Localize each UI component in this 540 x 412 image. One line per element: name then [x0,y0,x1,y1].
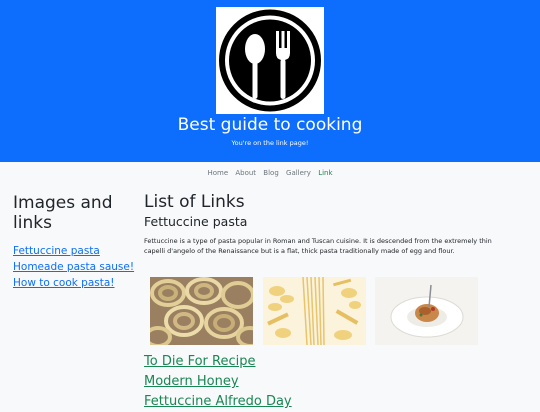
link-modern-honey[interactable]: Modern Honey [144,372,292,392]
top-nav: Home About Blog Gallery Link [0,169,540,177]
site-header: Best guide to cooking You're on the link… [0,0,540,162]
nav-item-link[interactable]: Link [318,169,332,177]
section-title: Fettuccine pasta [144,214,248,229]
nav-item-home[interactable]: Home [207,169,228,177]
sidebar-heading: Images and links [13,193,113,233]
dried-pasta-photo [263,277,366,345]
sidebar: Images and links Fettuccine pasta Homead… [13,193,138,291]
nav-item-gallery[interactable]: Gallery [286,169,311,177]
sidebar-link-how-to-cook[interactable]: How to cook pasta! [13,275,138,291]
spoon-fork-icon [216,7,324,114]
link-fettuccine-alfredo-day[interactable]: Fettuccine Alfredo Day [144,392,292,412]
site-title: Best guide to cooking [177,115,363,135]
pasta-plate-photo [375,277,478,345]
sidebar-link-homemade-sauce[interactable]: Homeade pasta sause! [13,259,138,275]
section-description: Fettuccine is a type of pasta popular in… [144,237,492,255]
nav-item-about[interactable]: About [235,169,256,177]
resource-links: To Die For Recipe Modern Honey Fettuccin… [144,352,292,412]
page-title: List of Links [144,192,245,212]
pasta-nests-photo [150,277,253,345]
sidebar-link-fettuccine[interactable]: Fettuccine pasta [13,243,138,259]
site-subtitle: You're on the link page! [231,139,309,147]
main-content: List of Links Fettuccine pasta Fettuccin… [144,192,494,409]
nav-item-blog[interactable]: Blog [263,169,278,177]
link-to-die-for-recipe[interactable]: To Die For Recipe [144,352,292,372]
